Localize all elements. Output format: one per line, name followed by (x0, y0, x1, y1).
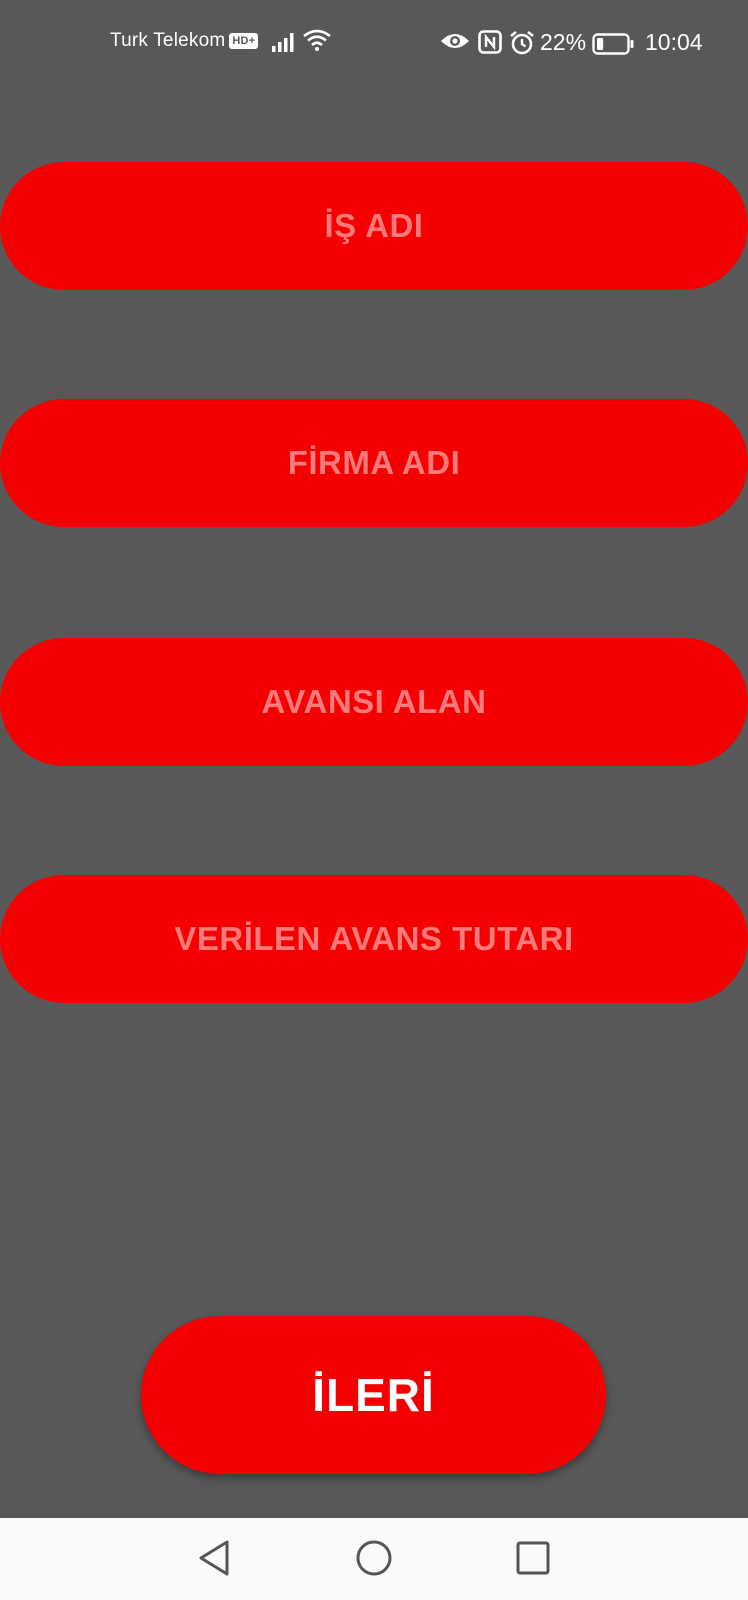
back-icon[interactable] (197, 1539, 231, 1582)
nfc-icon (478, 30, 502, 59)
navigation-bar (0, 1518, 748, 1600)
carrier-info: Turk Telekom HD+ (110, 30, 259, 52)
next-button[interactable]: İLERİ (141, 1316, 606, 1474)
job-name-field[interactable]: İŞ ADI (0, 162, 748, 290)
wifi-icon (302, 28, 332, 57)
eye-icon (440, 31, 470, 56)
alarm-icon (509, 30, 535, 61)
home-icon[interactable] (355, 1539, 393, 1582)
hd-badge: HD+ (229, 33, 259, 49)
company-name-field[interactable]: FİRMA ADI (0, 399, 748, 527)
carrier-name: Turk Telekom (110, 30, 226, 51)
battery-icon (592, 33, 634, 60)
advance-recipient-field[interactable]: AVANSI ALAN (0, 638, 748, 766)
signal-icon (272, 30, 298, 57)
clock: 10:04 (645, 29, 703, 55)
advance-amount-field[interactable]: VERİLEN AVANS TUTARI (0, 875, 748, 1003)
recent-apps-icon[interactable] (516, 1541, 550, 1580)
status-bar: Turk Telekom HD+ 22% 10:04 (0, 0, 748, 88)
battery-percent: 22% (540, 29, 587, 55)
